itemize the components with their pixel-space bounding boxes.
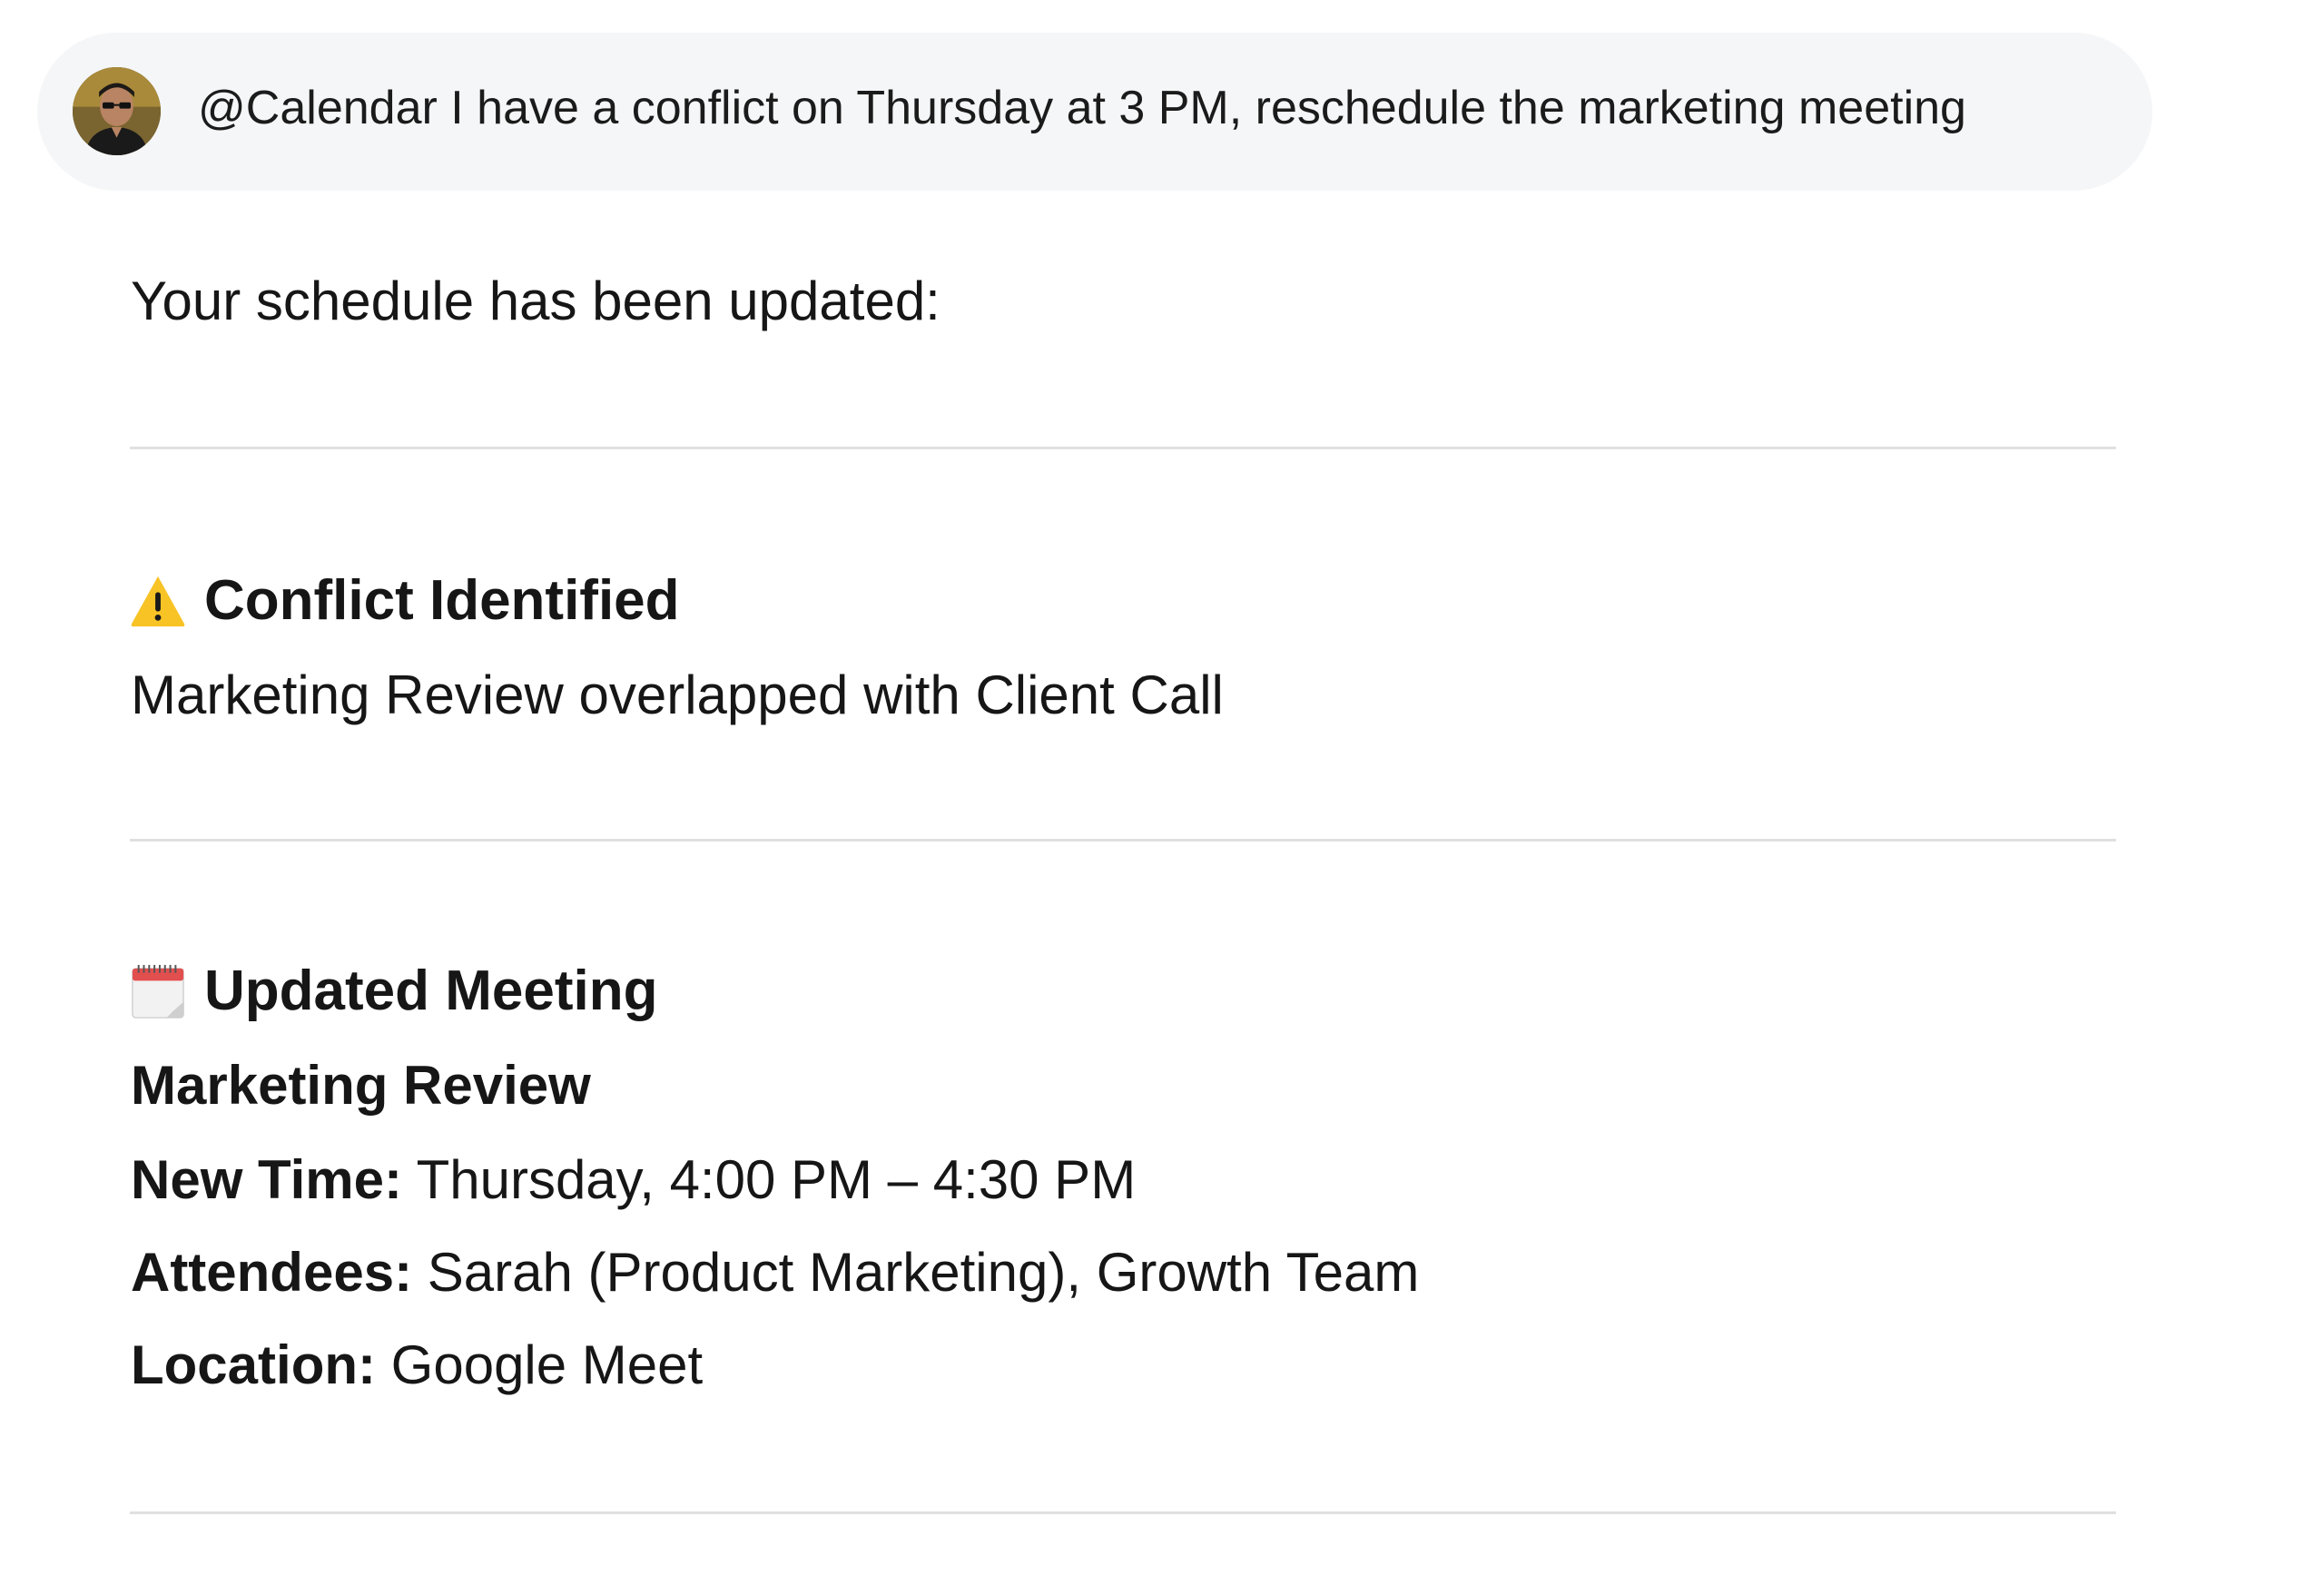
user-avatar [73,67,161,155]
meeting-attendees-row: Attendees: Sarah (Product Marketing), Gr… [131,1240,1419,1305]
time-label: New Time: [131,1149,402,1210]
avatar-image [73,67,161,155]
meeting-location-row: Location: Google Meet [131,1333,703,1398]
conflict-heading: Conflict Identified [130,568,680,634]
response-intro: Your schedule has been updated: [131,271,940,331]
divider [130,447,2116,449]
divider [130,1511,2116,1514]
location-value: Google Meet [375,1334,704,1395]
conflict-title: Conflict Identified [204,569,680,632]
meeting-name: Marketing Review [131,1055,591,1116]
warning-icon [130,573,186,629]
time-value: Thursday, 4:00 PM – 4:30 PM [401,1149,1137,1210]
user-prompt-text: @Calendar I have a conflict on Thursday … [198,82,1966,134]
updated-meeting-title: Updated Meeting [204,960,658,1022]
conflict-description: Marketing Review overlapped with Client … [131,665,1224,725]
calendar-icon [130,963,186,1019]
updated-meeting-heading: Updated Meeting [130,959,657,1024]
attendees-value: Sarah (Product Marketing), Growth Team [412,1242,1420,1303]
divider [130,839,2116,842]
chat-page: @Calendar I have a conflict on Thursday … [0,0,2324,1585]
meeting-time-row: New Time: Thursday, 4:00 PM – 4:30 PM [131,1147,1136,1213]
attendees-label: Attendees: [131,1242,413,1303]
location-label: Location: [131,1334,376,1395]
